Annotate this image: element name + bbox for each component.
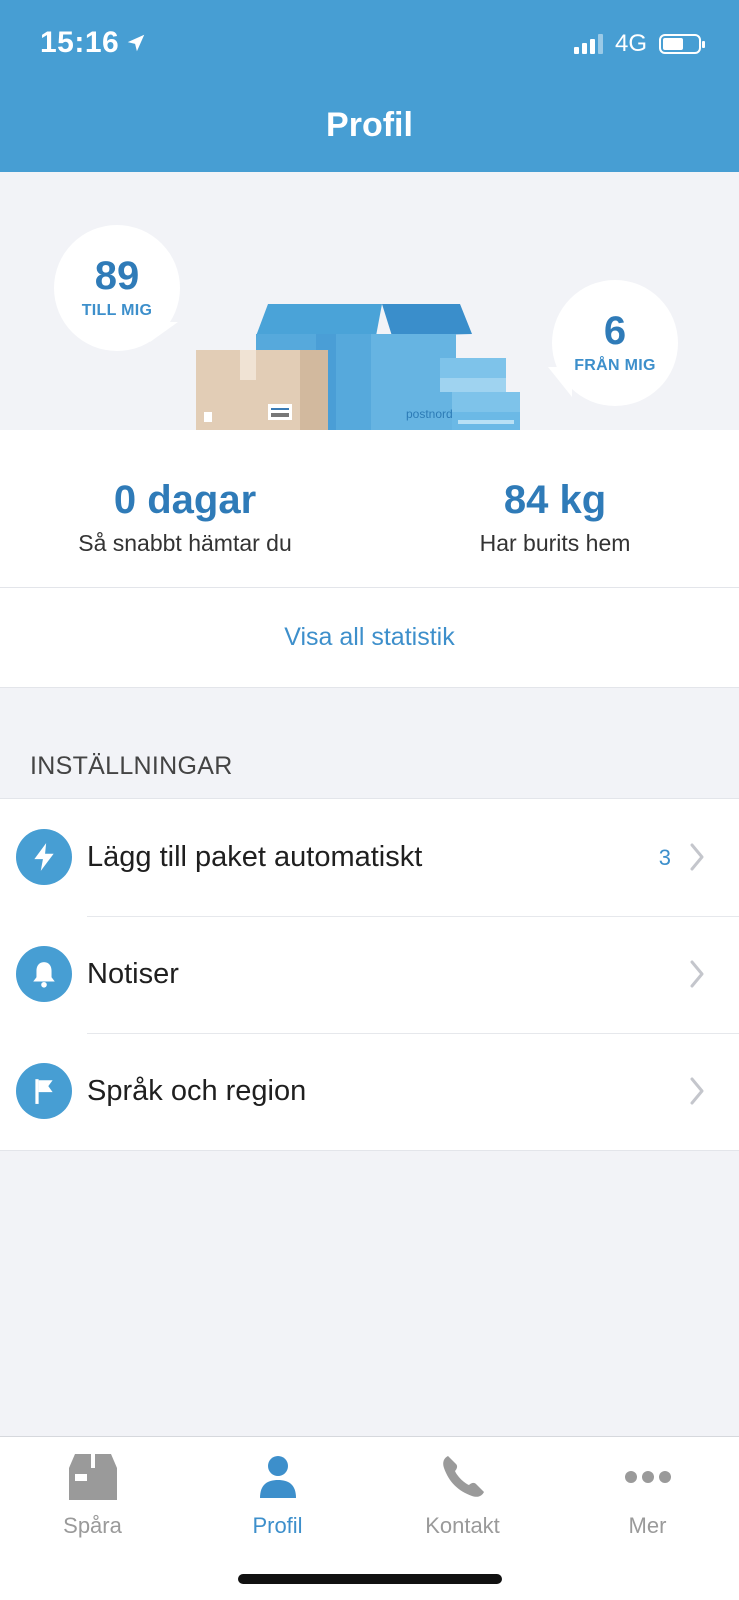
tab-more[interactable]: Mer xyxy=(555,1449,739,1539)
box-brand-text: postnord xyxy=(406,407,453,421)
app-header: 15:16 4G Profil xyxy=(0,0,739,172)
more-icon xyxy=(624,1471,671,1483)
page-title: Profil xyxy=(326,106,413,144)
from-me-count: 6 xyxy=(603,309,627,353)
battery-icon xyxy=(659,34,705,54)
settings-item-label: Lägg till paket automatiskt xyxy=(87,841,423,873)
tab-label: Kontakt xyxy=(425,1513,500,1538)
settings-list: Lägg till paket automatiskt 3 Notiser Sp… xyxy=(0,798,739,1151)
settings-item-label: Notiser xyxy=(87,958,179,990)
settings-section-title: INSTÄLLNINGAR xyxy=(30,752,233,780)
bell-icon xyxy=(16,946,72,1002)
tab-label: Mer xyxy=(628,1513,667,1538)
tab-label: Spåra xyxy=(63,1513,122,1538)
chevron-right-icon xyxy=(690,843,704,871)
settings-item-language-region[interactable]: Språk och region xyxy=(0,1033,739,1150)
package-icon xyxy=(68,1454,117,1500)
settings-item-label: Språk och region xyxy=(87,1075,307,1107)
show-all-stats-button[interactable]: Visa all statistik xyxy=(0,588,739,688)
to-me-label: TILL MIG xyxy=(81,302,153,319)
stats-panel: 0 dagar Så snabbt hämtar du 84 kg Har bu… xyxy=(0,430,739,588)
tab-contact[interactable]: Kontakt xyxy=(370,1449,555,1539)
pickup-speed-value: 0 dagar xyxy=(113,478,257,522)
pickup-speed-stat: 0 dagar Så snabbt hämtar du xyxy=(0,480,370,557)
person-icon xyxy=(259,1456,296,1498)
location-arrow-icon xyxy=(127,34,145,52)
settings-item-notifications[interactable]: Notiser xyxy=(0,916,739,1033)
tab-label: Profil xyxy=(252,1513,303,1538)
chevron-right-icon xyxy=(690,1077,704,1105)
signal-icon xyxy=(573,34,603,54)
status-indicators: 4G xyxy=(573,30,705,58)
to-me-bubble: 89 TILL MIG xyxy=(54,225,180,351)
bolt-icon xyxy=(16,829,72,885)
flag-icon xyxy=(16,1063,72,1119)
show-all-stats-label: Visa all statistik xyxy=(284,623,455,651)
pickup-speed-caption: Så snabbt hämtar du xyxy=(78,530,292,556)
network-type: 4G xyxy=(614,30,647,57)
carried-weight-stat: 84 kg Har burits hem xyxy=(370,480,739,557)
phone-icon xyxy=(442,1456,484,1497)
status-time: 15:16 xyxy=(40,26,147,60)
from-me-label: FRÅN MIG xyxy=(574,357,656,374)
settings-item-count: 3 xyxy=(658,844,671,870)
tab-track[interactable]: Spåra xyxy=(0,1449,185,1539)
settings-item-auto-add[interactable]: Lägg till paket automatiskt 3 xyxy=(0,799,739,916)
chevron-right-icon xyxy=(690,960,704,988)
status-time-text: 15:16 xyxy=(40,26,120,59)
tab-profile[interactable]: Profil xyxy=(185,1449,370,1539)
from-me-bubble: 6 FRÅN MIG xyxy=(552,280,678,406)
home-indicator[interactable] xyxy=(238,1574,502,1584)
carried-weight-caption: Har burits hem xyxy=(479,530,631,556)
carried-weight-value: 84 kg xyxy=(503,478,607,522)
packages-illustration: postnord xyxy=(196,304,520,432)
to-me-count: 89 xyxy=(94,254,140,298)
profile-hero: 89 TILL MIG postnord 6 FRÅN MIG xyxy=(0,172,739,432)
